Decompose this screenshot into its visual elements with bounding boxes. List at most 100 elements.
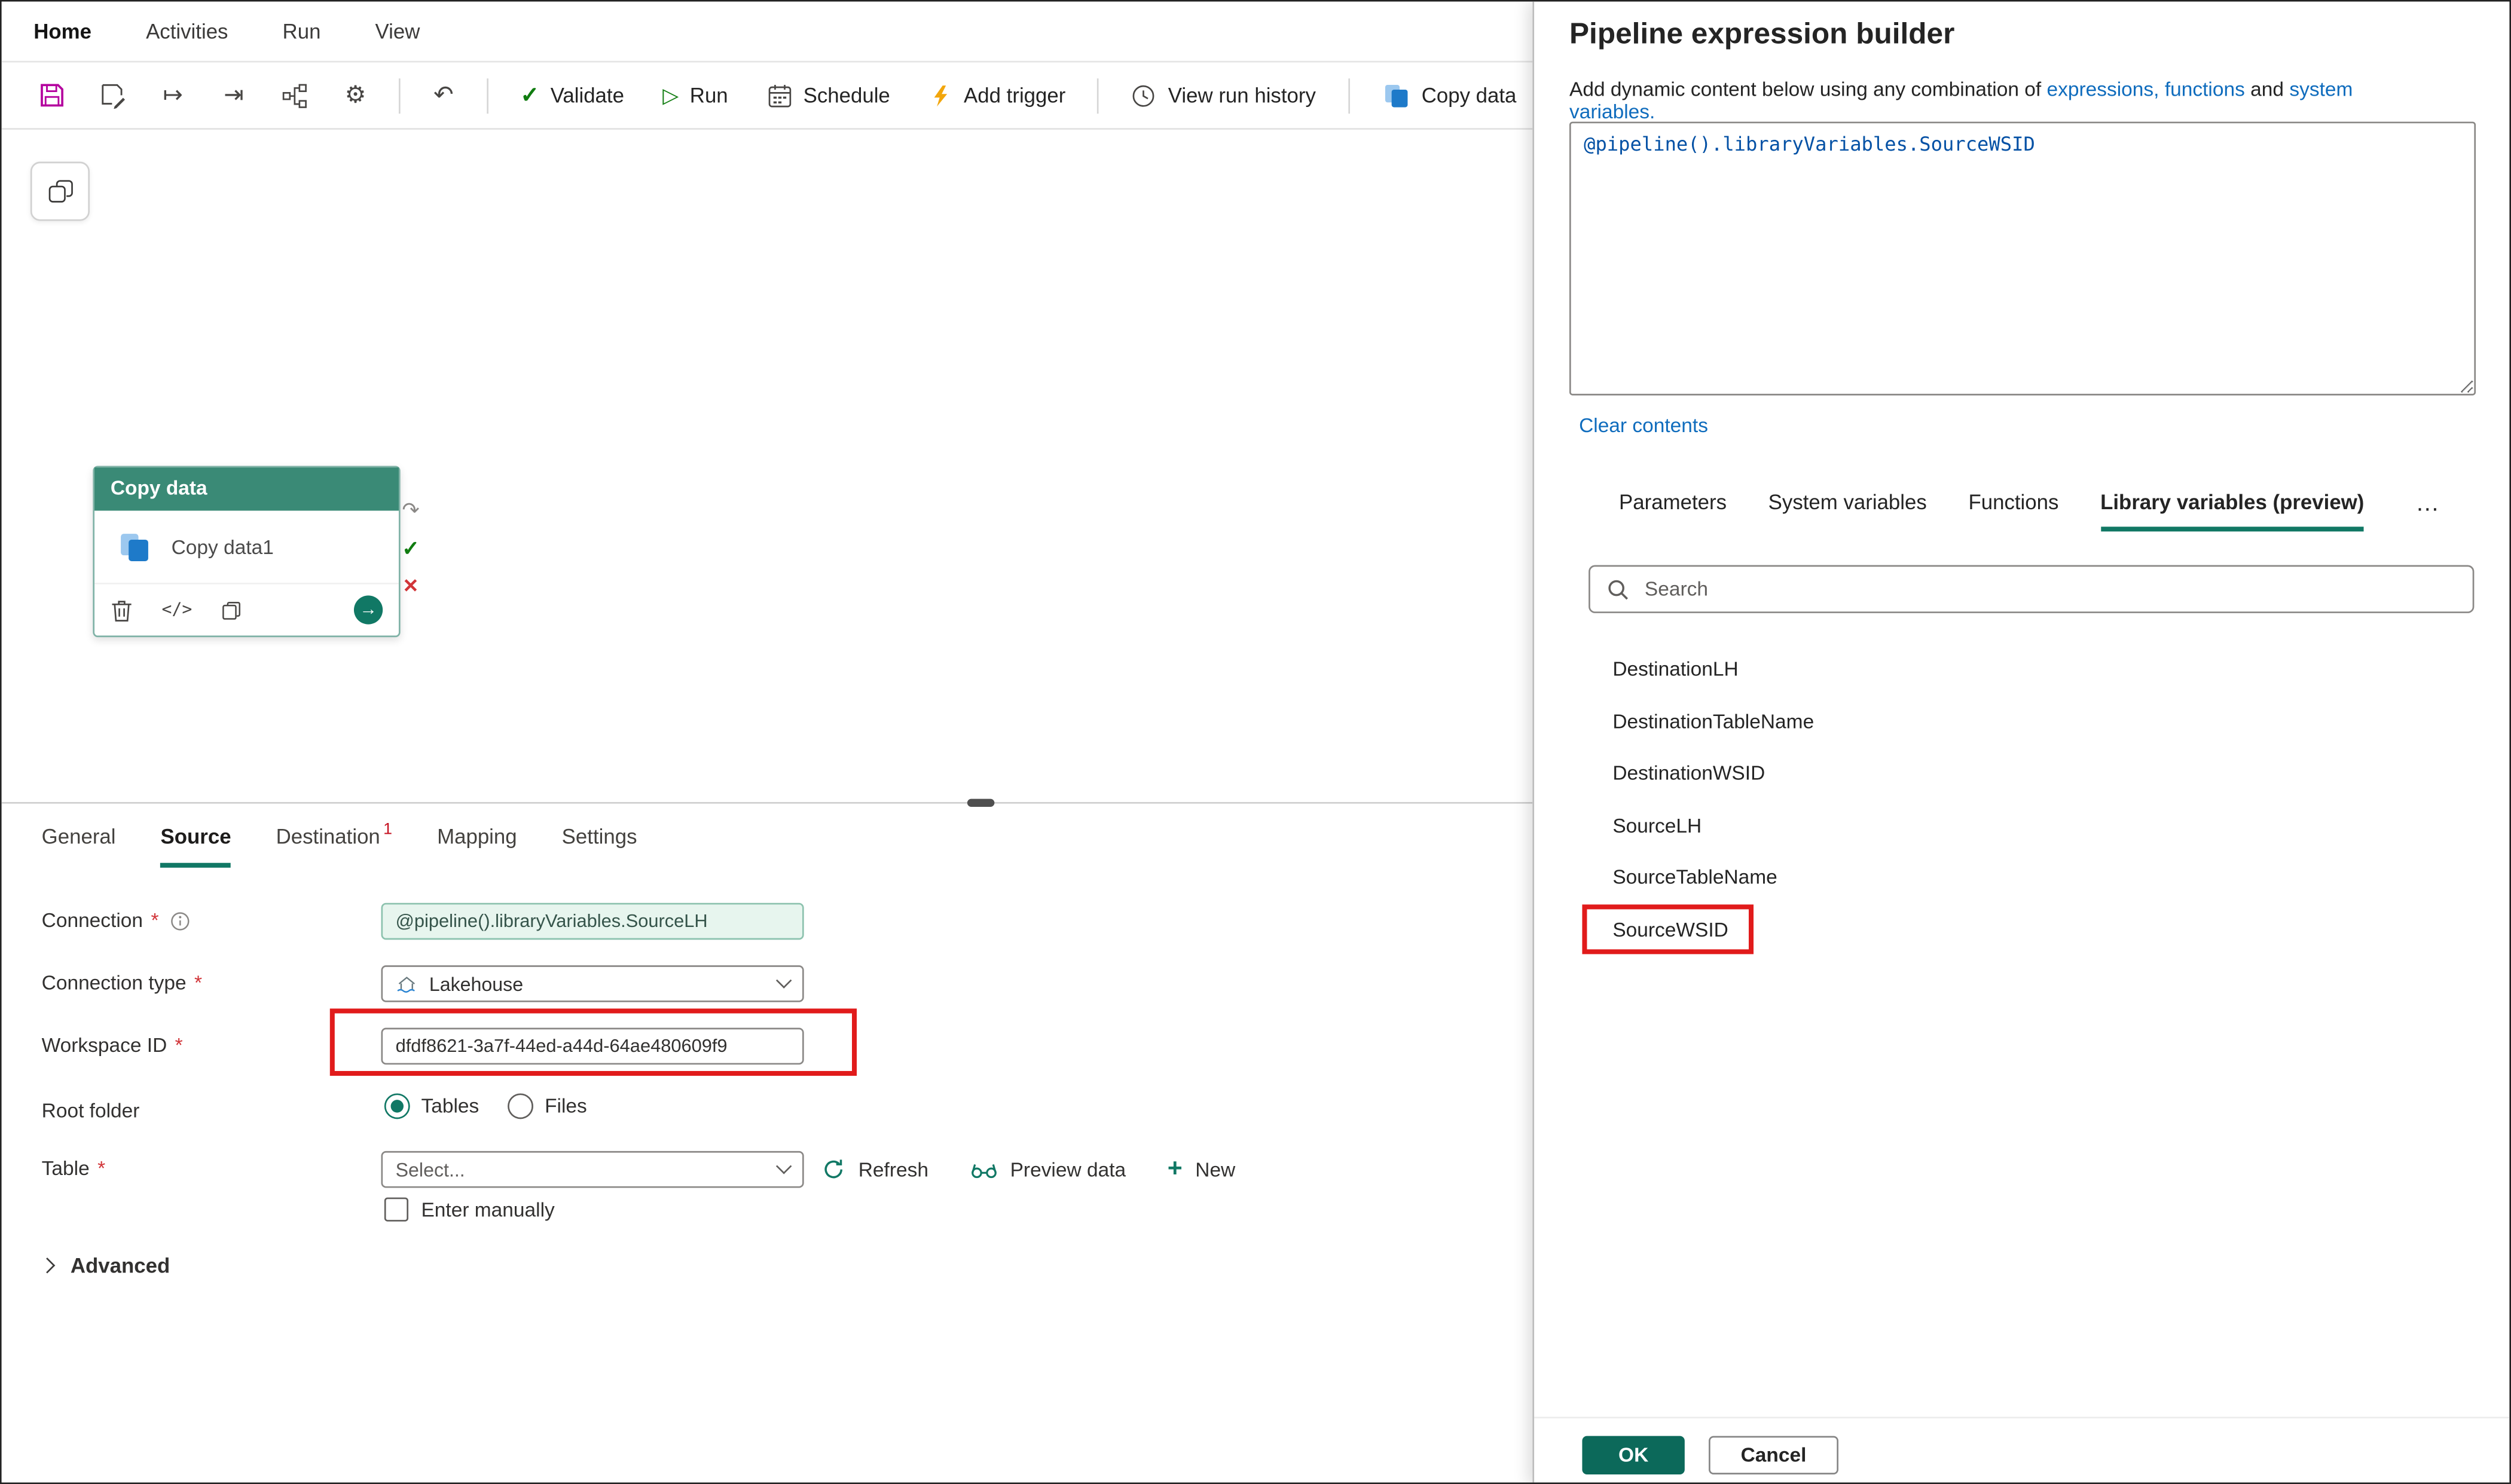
radio-files[interactable] (508, 1093, 533, 1119)
view-code-button[interactable]: </> (162, 600, 193, 619)
radio-files-label: Files (545, 1095, 587, 1118)
preview-data-button[interactable]: Preview data (970, 1158, 1126, 1181)
variable-item[interactable]: DestinationLH (1534, 644, 2511, 696)
workspace-id-field-wrap (381, 1028, 804, 1065)
required-marker: * (151, 909, 158, 932)
expressions-link[interactable]: expressions, (2047, 78, 2159, 100)
toolbar-separator (487, 78, 488, 113)
skip-connector-icon[interactable]: ↷ (402, 498, 419, 524)
copy-data-tool-button[interactable]: Copy data (1368, 71, 1529, 119)
panel-title: Pipeline expression builder (1569, 16, 1954, 51)
toolbar-separator (399, 78, 401, 113)
panel-footer-divider (1534, 1417, 2511, 1419)
root-folder-option-tables[interactable]: Tables (384, 1093, 479, 1119)
save-button[interactable] (28, 71, 75, 119)
workspace-id-input[interactable] (381, 1028, 804, 1065)
tab-source[interactable]: Source (161, 824, 231, 867)
connection-input[interactable] (381, 903, 804, 940)
duplicate-activity-button[interactable] (221, 599, 242, 620)
pipeline-editor: Home Activities Run View ↦ ⇥ (2, 2, 1533, 1484)
menu-tab-home[interactable]: Home (33, 19, 91, 43)
annotation-tool-button[interactable] (30, 162, 90, 221)
flow-layout-icon (282, 82, 307, 108)
cancel-button[interactable]: Cancel (1709, 1436, 1838, 1474)
chevron-down-icon (776, 972, 792, 989)
properties-pane: General Source Destination1 Mapping Sett… (2, 802, 1533, 1484)
connection-label: Connection* (42, 903, 191, 938)
fail-connector-icon[interactable]: ✕ (402, 575, 418, 598)
functions-link[interactable]: functions (2165, 78, 2245, 100)
undo-button[interactable]: ↶ (420, 71, 468, 119)
pane-resize-handle[interactable] (967, 799, 995, 807)
refresh-button[interactable]: Refresh (821, 1158, 928, 1182)
advanced-label: Advanced (71, 1253, 170, 1277)
add-trigger-button[interactable]: Add trigger (916, 71, 1079, 119)
tab-destination-label: Destination (276, 824, 380, 848)
on-success-connector-handle[interactable]: → (354, 595, 383, 624)
menu-tab-view[interactable]: View (375, 19, 420, 43)
variable-item[interactable]: SourceLH (1534, 800, 2511, 852)
menu-tab-run[interactable]: Run (283, 19, 321, 43)
activity-connector-icons: ↷ ✓ ✕ (402, 498, 419, 597)
search-input[interactable] (1645, 578, 2457, 600)
settings-button[interactable]: ⚙ (331, 71, 379, 119)
clear-contents-link[interactable]: Clear contents (1579, 415, 1708, 437)
calendar-icon (766, 82, 792, 108)
variable-search-box (1589, 565, 2474, 613)
play-icon: ▷ (662, 82, 679, 108)
expression-editor[interactable]: @pipeline().libraryVariables.SourceWSID (1569, 122, 2476, 396)
auto-layout-button[interactable] (271, 71, 319, 119)
tab-general[interactable]: General (42, 824, 116, 862)
radio-tables[interactable] (384, 1093, 410, 1119)
go-to-button[interactable]: ⇥ (210, 71, 258, 119)
variable-list: DestinationLH DestinationTableName Desti… (1534, 644, 2511, 956)
save-icon (38, 82, 65, 109)
tab-destination[interactable]: Destination1 (276, 824, 392, 862)
ok-button[interactable]: OK (1582, 1436, 1684, 1474)
tab-system-variables[interactable]: System variables (1768, 490, 1927, 527)
schedule-button[interactable]: Schedule (754, 71, 903, 119)
connection-type-value: Lakehouse (429, 972, 523, 995)
connection-type-dropdown[interactable]: Lakehouse (381, 965, 804, 1002)
copy-data-activity[interactable]: Copy data Copy data1 </> (93, 466, 400, 637)
save-as-icon (99, 82, 126, 109)
tab-mapping[interactable]: Mapping (437, 824, 517, 862)
enter-manually-row: Enter manually (384, 1198, 555, 1222)
view-run-history-button[interactable]: View run history (1119, 71, 1329, 119)
advanced-expander[interactable]: Advanced (42, 1253, 170, 1277)
table-dropdown[interactable]: Select... (381, 1151, 804, 1188)
variable-item[interactable]: SourceTableName (1534, 852, 2511, 904)
menu-tab-activities[interactable]: Activities (146, 19, 228, 43)
clock-icon (1131, 82, 1157, 108)
root-folder-option-files[interactable]: Files (508, 1093, 586, 1119)
enter-manually-checkbox[interactable] (384, 1198, 408, 1222)
variable-item[interactable]: DestinationTableName (1534, 696, 2511, 748)
arrow-from-bar-icon: ↦ (163, 83, 183, 107)
lightning-icon (928, 82, 952, 108)
activity-footer: </> → (94, 583, 399, 635)
chevron-down-icon (776, 1158, 792, 1174)
more-tabs-button[interactable]: … (2415, 490, 2439, 530)
validate-button[interactable]: ✓ Validate (508, 71, 637, 119)
success-connector-icon[interactable]: ✓ (402, 536, 419, 562)
variable-item[interactable]: SourceWSID (1534, 904, 2511, 956)
tab-library-variables[interactable]: Library variables (preview) (2100, 490, 2364, 532)
tab-parameters[interactable]: Parameters (1619, 490, 1727, 527)
trash-icon (111, 598, 133, 622)
connection-field-wrap (381, 903, 804, 940)
new-table-button[interactable]: + New (1168, 1156, 1235, 1182)
output-button[interactable]: ↦ (149, 71, 197, 119)
delete-activity-button[interactable] (111, 598, 133, 622)
tab-functions[interactable]: Functions (1968, 490, 2058, 527)
info-icon[interactable] (170, 910, 191, 931)
workspace-id-label: Workspace ID* (42, 1028, 183, 1063)
run-button[interactable]: ▷ Run (650, 71, 741, 119)
code-icon: </> (162, 600, 193, 619)
variable-item[interactable]: DestinationWSID (1534, 748, 2511, 800)
table-field-wrap: Select... (381, 1151, 804, 1188)
tab-settings[interactable]: Settings (562, 824, 637, 862)
connection-type-label-text: Connection type (42, 972, 187, 995)
save-as-button[interactable] (88, 71, 136, 119)
connection-type-label: Connection type* (42, 965, 202, 1000)
pipeline-canvas[interactable]: Copy data Copy data1 </> (2, 130, 1533, 802)
